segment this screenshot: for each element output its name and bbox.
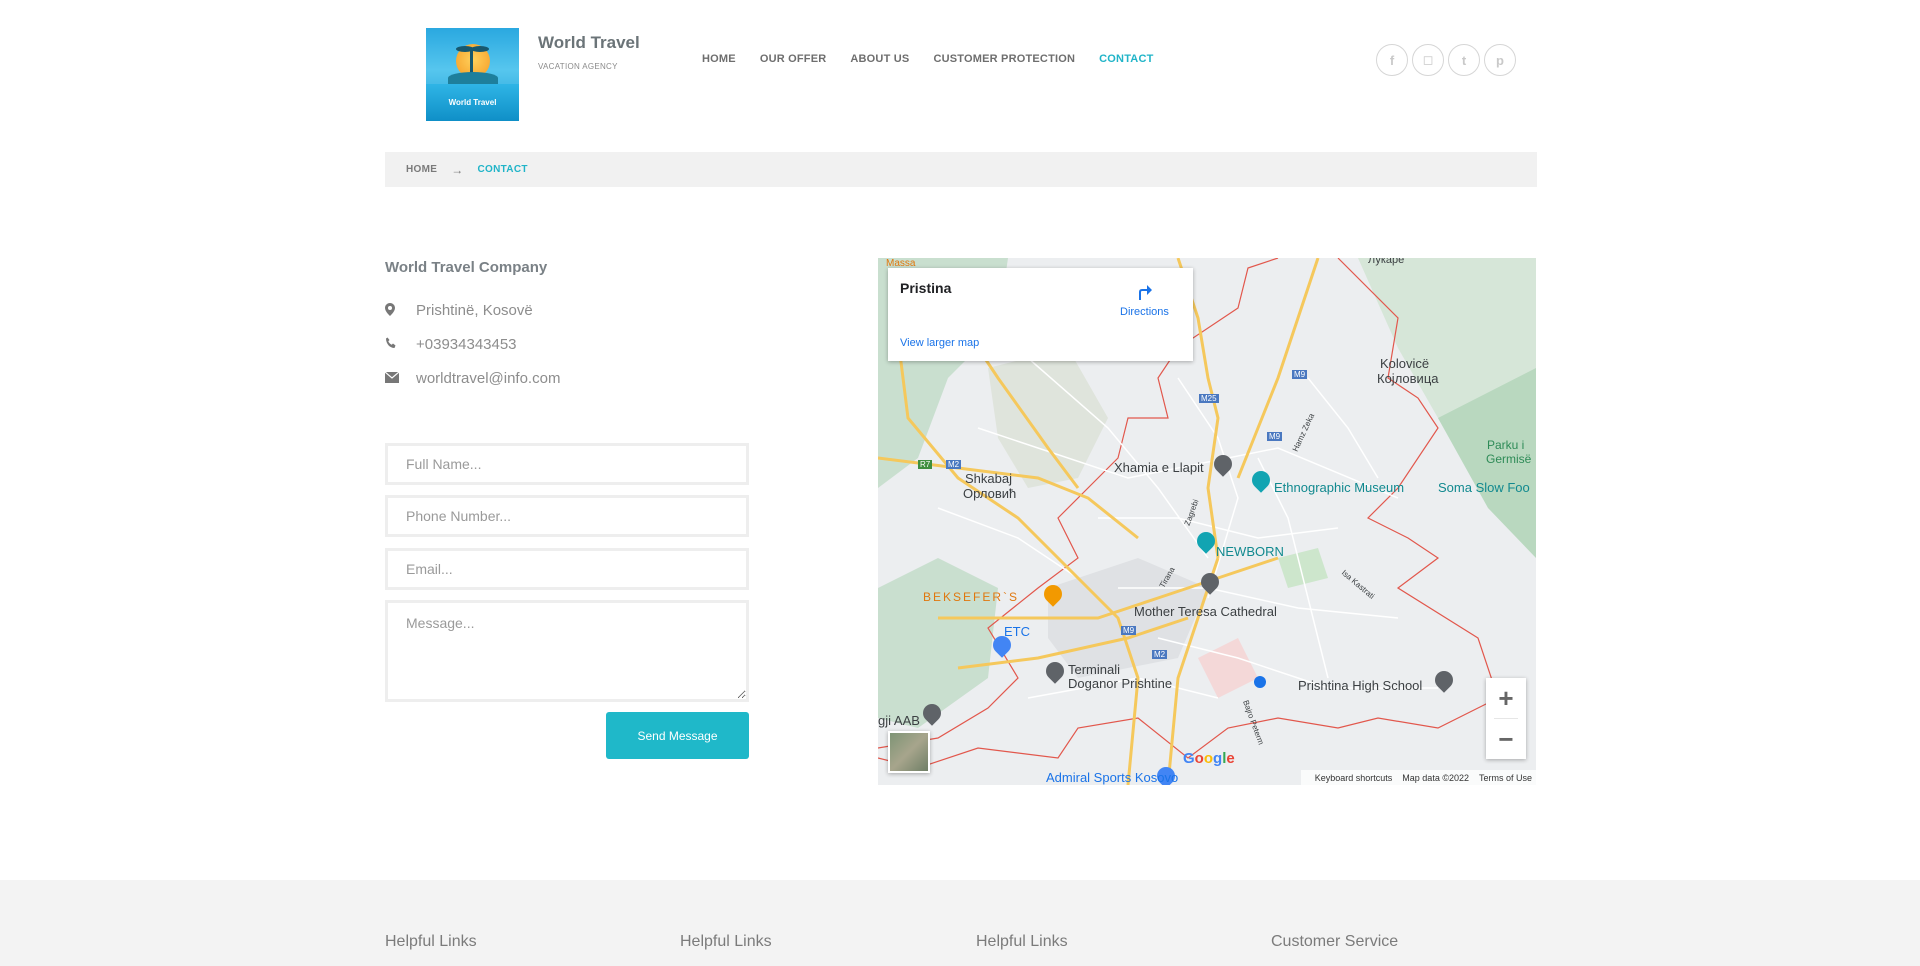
breadcrumb-home[interactable]: HOME bbox=[406, 164, 437, 175]
brand-tagline: VACATION AGENCY bbox=[538, 62, 618, 71]
map-label-soma: Soma Slow Foo bbox=[1438, 480, 1530, 495]
email-input[interactable] bbox=[385, 548, 749, 590]
breadcrumb-current: CONTACT bbox=[477, 164, 528, 175]
map-marker-icon bbox=[385, 302, 416, 319]
brand-name[interactable]: World Travel bbox=[538, 33, 640, 53]
zoom-in-button[interactable]: + bbox=[1486, 678, 1526, 718]
main-nav: HOME OUR OFFER ABOUT US CUSTOMER PROTECT… bbox=[702, 53, 1178, 65]
full-name-input[interactable] bbox=[385, 443, 749, 485]
email-text[interactable]: worldtravel@info.com bbox=[416, 370, 560, 387]
google-logo: Google bbox=[1183, 750, 1235, 767]
palm-leaf-right bbox=[471, 46, 489, 52]
footer-heading-customer-service: Customer Service bbox=[1271, 933, 1399, 950]
map-data-text: Map data ©2022 bbox=[1402, 772, 1469, 783]
arrow-right-icon: → bbox=[451, 162, 464, 177]
road-shield-m9-mid: M9 bbox=[1267, 432, 1283, 441]
directions-link[interactable]: Directions bbox=[1120, 306, 1169, 318]
zoom-out-button[interactable]: − bbox=[1486, 719, 1526, 759]
address-text: Prishtinë, Kosovë bbox=[416, 302, 533, 319]
map-label-terminali: Terminali bbox=[1068, 662, 1121, 677]
brand-logo[interactable]: World Travel bbox=[426, 28, 519, 121]
directions-icon[interactable] bbox=[1133, 280, 1155, 302]
nav-item-about-us[interactable]: ABOUT US bbox=[850, 53, 909, 65]
map-label-ethnographic-museum: Ethnographic Museum bbox=[1274, 480, 1405, 495]
terms-of-use-link[interactable]: Terms of Use bbox=[1479, 773, 1532, 783]
map-label-xhamia: Xhamia e Llapit bbox=[1114, 460, 1204, 475]
road-shield-m9-top: M9 bbox=[1292, 370, 1308, 379]
map-label-parku: Parku i bbox=[1487, 438, 1525, 452]
island-graphic bbox=[448, 72, 498, 84]
view-larger-map-link[interactable]: View larger map bbox=[900, 337, 979, 349]
palm-graphic bbox=[470, 50, 473, 74]
send-message-button[interactable]: Send Message bbox=[606, 712, 749, 759]
map-label-shkabaj: Shkabaj bbox=[965, 471, 1012, 486]
road-shield-m9-low: M9 bbox=[1121, 626, 1137, 635]
envelope-icon bbox=[384, 371, 416, 386]
map-pins bbox=[1254, 676, 1266, 688]
social-links: f ◻ t p bbox=[1376, 44, 1520, 76]
breadcrumb: HOME → CONTACT bbox=[385, 152, 1537, 187]
road-shield-m25: M25 bbox=[1199, 394, 1219, 403]
map-label-aab: gji AAB bbox=[878, 713, 920, 728]
keyboard-shortcuts-link[interactable]: Keyboard shortcuts bbox=[1315, 773, 1393, 783]
nav-item-customer-protection[interactable]: CUSTOMER PROTECTION bbox=[933, 53, 1075, 65]
message-textarea[interactable] bbox=[385, 600, 749, 702]
map-info-card: Pristina Directions View larger map bbox=[888, 268, 1193, 361]
nav-item-our-offer[interactable]: OUR OFFER bbox=[760, 53, 827, 65]
pinterest-icon[interactable]: p bbox=[1484, 44, 1516, 76]
map-place-name: Pristina bbox=[900, 280, 952, 296]
road-shield-m2-low: M2 bbox=[1152, 650, 1168, 659]
logo-text: World Travel bbox=[448, 98, 497, 107]
map-label-mother-teresa: Mother Teresa Cathedral bbox=[1134, 604, 1277, 619]
footer-heading-helpful-links-2: Helpful Links bbox=[680, 933, 772, 950]
embedded-map[interactable]: Massa Лукаре Kolovicë Којловица M9 M25 M… bbox=[878, 258, 1536, 785]
map-label-high-school: Prishtina High School bbox=[1298, 678, 1423, 693]
road-shield-r7: R7 bbox=[918, 460, 933, 469]
map-attribution-bar: Keyboard shortcuts Map data ©2022 Terms … bbox=[1300, 770, 1536, 785]
site-header: World Travel World Travel VACATION AGENC… bbox=[0, 0, 1920, 150]
map-label-doganor: Doganor Prishtine bbox=[1068, 676, 1173, 691]
map-label-beksefer: BEKSEFER`S bbox=[923, 590, 1020, 604]
map-label-lukare: Лукаре bbox=[1368, 258, 1405, 266]
nav-item-contact[interactable]: CONTACT bbox=[1099, 53, 1153, 65]
company-name: World Travel Company bbox=[385, 259, 548, 276]
phone-row: +03934343453 bbox=[385, 336, 517, 353]
footer-heading-helpful-links-3: Helpful Links bbox=[976, 933, 1068, 950]
phone-icon bbox=[385, 337, 416, 352]
phone-text[interactable]: +03934343453 bbox=[416, 336, 517, 353]
map-label-germise: Germisë bbox=[1486, 452, 1532, 466]
map-label-orlovic: Орловић bbox=[963, 486, 1017, 501]
facebook-icon[interactable]: f bbox=[1376, 44, 1408, 76]
map-label-admiral: Admiral Sports Kosovo bbox=[1046, 770, 1179, 785]
site-footer: Helpful Links Helpful Links Helpful Link… bbox=[0, 880, 1920, 966]
road-shield-m2-left: M2 bbox=[946, 460, 962, 469]
email-row: worldtravel@info.com bbox=[384, 370, 560, 387]
map-label-kojlovica: Којловица bbox=[1377, 371, 1439, 386]
map-label-newborn: NEWBORN bbox=[1216, 544, 1284, 559]
footer-heading-helpful-links-1: Helpful Links bbox=[385, 933, 477, 950]
phone-number-input[interactable] bbox=[385, 495, 749, 537]
twitter-icon[interactable]: t bbox=[1448, 44, 1480, 76]
address-row: Prishtinë, Kosovë bbox=[385, 302, 533, 319]
map-label-kolovice: Kolovicë bbox=[1380, 356, 1430, 371]
map-label-etc: ETC bbox=[1004, 624, 1030, 639]
map-zoom-controls: + − bbox=[1486, 678, 1526, 759]
satellite-toggle-button[interactable] bbox=[888, 731, 930, 773]
instagram-icon[interactable]: ◻ bbox=[1412, 44, 1444, 76]
nav-item-home[interactable]: HOME bbox=[702, 53, 736, 65]
